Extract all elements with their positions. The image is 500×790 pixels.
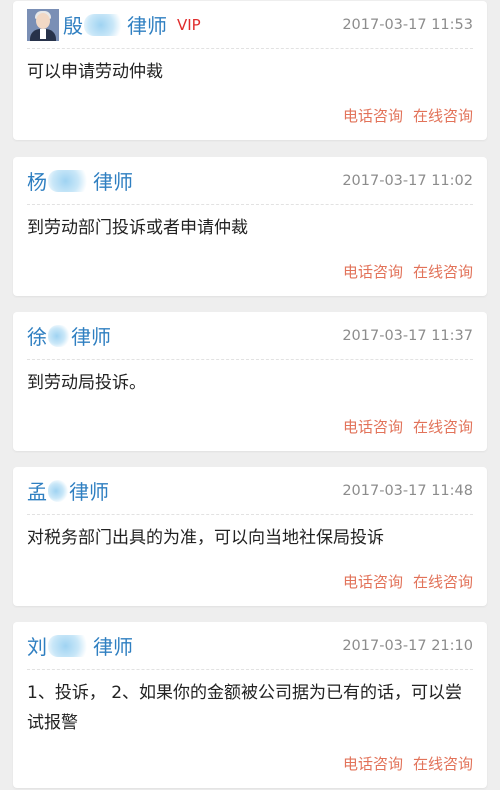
answer-time: 2017-03-17 11:37 — [342, 327, 473, 344]
name-blur-mask — [48, 169, 92, 192]
answer-header: 孟 律师 2017-03-17 11:48 — [27, 467, 473, 515]
answer-actions: 电话咨询 在线咨询 — [343, 416, 473, 437]
vip-badge: VIP — [177, 15, 201, 34]
online-consult-button[interactable]: 在线咨询 — [413, 105, 473, 126]
lawyer-avatar[interactable] — [27, 8, 59, 41]
answer-card: 殷 律师 VIP 2017-03-17 11:53 可以申请劳动仲裁 电话咨询 … — [13, 1, 487, 140]
online-consult-button[interactable]: 在线咨询 — [413, 261, 473, 282]
answer-time: 2017-03-17 21:10 — [342, 637, 473, 654]
answer-header: 刘 律师 2017-03-17 21:10 — [27, 622, 473, 670]
answer-header: 徐 律师 2017-03-17 11:37 — [27, 312, 473, 360]
answer-actions: 电话咨询 在线咨询 — [343, 571, 473, 592]
online-consult-button[interactable]: 在线咨询 — [413, 571, 473, 592]
lawyer-name-prefix: 徐 — [27, 325, 47, 349]
phone-consult-button[interactable]: 电话咨询 — [343, 571, 403, 592]
online-consult-button[interactable]: 在线咨询 — [413, 416, 473, 437]
name-blur-mask — [48, 634, 92, 657]
phone-consult-button[interactable]: 电话咨询 — [343, 261, 403, 282]
answer-header: 殷 律师 VIP 2017-03-17 11:53 — [27, 1, 473, 49]
lawyer-name[interactable]: 孟 律师 — [27, 476, 109, 505]
answer-card: 刘 律师 2017-03-17 21:10 1、投诉， 2、如果你的金额被公司据… — [13, 622, 487, 788]
answer-time: 2017-03-17 11:02 — [342, 172, 473, 189]
answer-card: 杨 律师 2017-03-17 11:02 到劳动部门投诉或者申请仲裁 电话咨询… — [13, 157, 487, 296]
answer-content: 到劳动局投诉。 — [27, 373, 146, 393]
phone-consult-button[interactable]: 电话咨询 — [343, 105, 403, 126]
lawyer-name-prefix: 殷 — [63, 14, 83, 38]
answer-content: 1、投诉， 2、如果你的金额被公司据为已有的话，可以尝试报警 — [27, 683, 463, 733]
answer-time: 2017-03-17 11:53 — [342, 16, 473, 33]
name-blur-mask — [48, 479, 68, 502]
lawyer-name-suffix: 律师 — [127, 14, 167, 38]
answer-content: 可以申请劳动仲裁 — [27, 62, 163, 82]
answer-list: 殷 律师 VIP 2017-03-17 11:53 可以申请劳动仲裁 电话咨询 … — [0, 0, 500, 790]
online-consult-button[interactable]: 在线咨询 — [413, 753, 473, 774]
answer-content: 对税务部门出具的为准，可以向当地社保局投诉 — [27, 528, 384, 548]
lawyer-name[interactable]: 徐 律师 — [27, 321, 111, 350]
lawyer-name[interactable]: 刘 律师 — [27, 631, 133, 660]
answer-header: 杨 律师 2017-03-17 11:02 — [27, 157, 473, 205]
lawyer-name[interactable]: 殷 律师 — [63, 10, 167, 39]
lawyer-name-suffix: 律师 — [69, 480, 109, 504]
answer-card: 孟 律师 2017-03-17 11:48 对税务部门出具的为准，可以向当地社保… — [13, 467, 487, 606]
lawyer-name-prefix: 孟 — [27, 480, 47, 504]
lawyer-name-suffix: 律师 — [71, 325, 111, 349]
answer-content: 到劳动部门投诉或者申请仲裁 — [27, 218, 248, 238]
phone-consult-button[interactable]: 电话咨询 — [343, 416, 403, 437]
answer-actions: 电话咨询 在线咨询 — [343, 753, 473, 774]
lawyer-name-suffix: 律师 — [93, 170, 133, 194]
phone-consult-button[interactable]: 电话咨询 — [343, 753, 403, 774]
answer-time: 2017-03-17 11:48 — [342, 482, 473, 499]
lawyer-name-suffix: 律师 — [93, 635, 133, 659]
name-blur-mask — [84, 13, 126, 36]
lawyer-name-prefix: 刘 — [27, 635, 47, 659]
lawyer-name-prefix: 杨 — [27, 170, 47, 194]
answer-actions: 电话咨询 在线咨询 — [343, 105, 473, 126]
answer-card: 徐 律师 2017-03-17 11:37 到劳动局投诉。 电话咨询 在线咨询 — [13, 312, 487, 451]
name-blur-mask — [48, 324, 70, 347]
answer-actions: 电话咨询 在线咨询 — [343, 261, 473, 282]
lawyer-name[interactable]: 杨 律师 — [27, 166, 133, 195]
